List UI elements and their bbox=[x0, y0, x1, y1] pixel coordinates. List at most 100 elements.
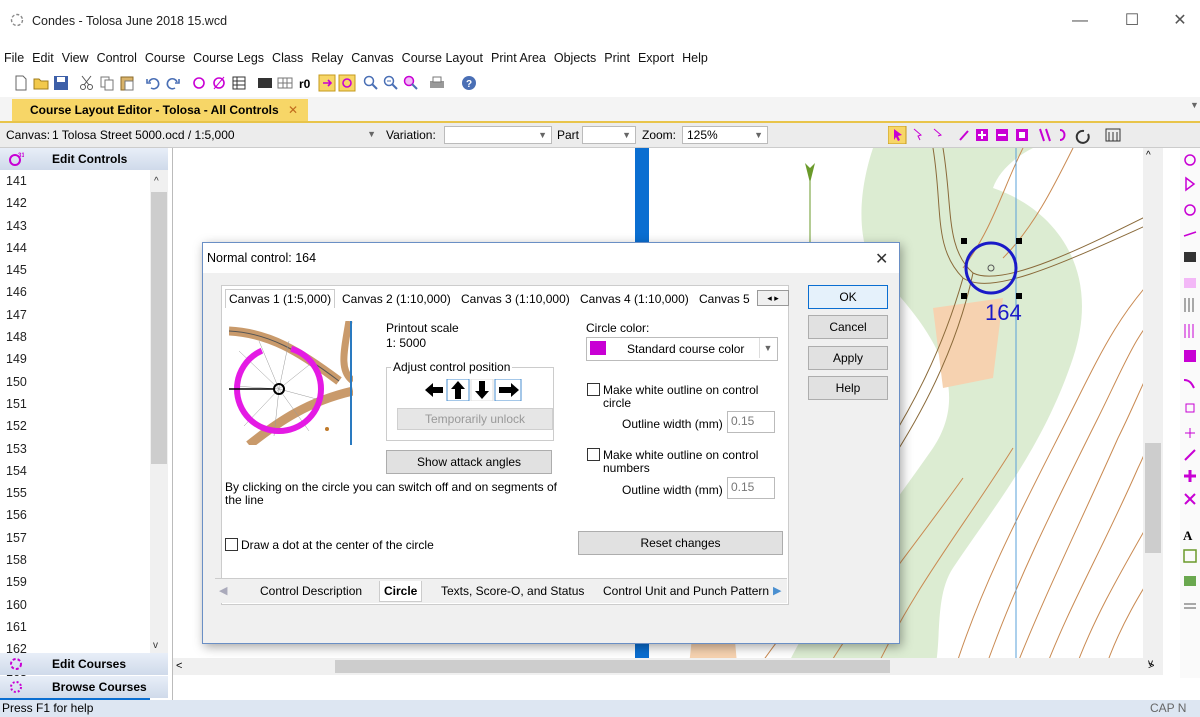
maximize-button[interactable]: ☐ bbox=[1117, 10, 1147, 32]
temporarily-unlock-button[interactable]: Temporarily unlock bbox=[397, 408, 553, 430]
object-tools-strip[interactable]: A bbox=[1180, 148, 1200, 628]
help-icon[interactable]: ? bbox=[460, 74, 478, 92]
add-course-icon[interactable] bbox=[210, 74, 228, 92]
control-list-item[interactable]: 156 bbox=[0, 504, 150, 526]
tab-circle[interactable]: Circle bbox=[379, 581, 423, 602]
tab-canvas-5[interactable]: Canvas 5 bbox=[699, 292, 750, 306]
bottom-tab-scroll-left-icon[interactable]: ◀ bbox=[219, 584, 227, 597]
zoom-fit-icon[interactable] bbox=[402, 74, 420, 92]
scroll-thumb[interactable] bbox=[151, 192, 167, 464]
add-control-icon[interactable] bbox=[190, 74, 208, 92]
menu-export[interactable]: Export bbox=[634, 48, 678, 68]
doc-tab-close-icon[interactable]: ✕ bbox=[288, 103, 298, 117]
control-list-item[interactable]: 154 bbox=[0, 460, 150, 482]
outline-width-numbers-input[interactable]: 0.15 bbox=[727, 477, 775, 499]
menu-print-area[interactable]: Print Area bbox=[487, 48, 550, 68]
menu-file[interactable]: File bbox=[0, 48, 28, 68]
control-list-item[interactable]: 161 bbox=[0, 616, 150, 638]
tab-canvas-2[interactable]: Canvas 2 (1:10,000) bbox=[342, 292, 451, 306]
part-select[interactable]: ▼ bbox=[582, 126, 636, 144]
menu-canvas[interactable]: Canvas bbox=[347, 48, 397, 68]
description-sheet-icon[interactable] bbox=[230, 74, 248, 92]
control-list-item[interactable]: 160 bbox=[0, 594, 150, 616]
tab-overflow-icon[interactable]: ▼ bbox=[1190, 100, 1199, 110]
control-list-scrollbar[interactable]: ^ v bbox=[150, 170, 168, 657]
tab-scroll-arrows-icon[interactable]: ◂ ▸ bbox=[757, 290, 789, 306]
grid-dark-icon[interactable] bbox=[256, 74, 274, 92]
circle-color-select[interactable]: Standard course color ▼ bbox=[586, 337, 778, 361]
zoom-select[interactable]: 125% ▼ bbox=[682, 126, 768, 144]
control-list-item[interactable]: 145 bbox=[0, 259, 150, 281]
course-layout-editor-tab[interactable]: Course Layout Editor - Tolosa - All Cont… bbox=[12, 99, 309, 121]
tab-texts-score-status[interactable]: Texts, Score-O, and Status bbox=[441, 584, 584, 598]
control-list-item[interactable]: 159 bbox=[0, 571, 150, 593]
menu-course-legs[interactable]: Course Legs bbox=[189, 48, 268, 68]
white-outline-circle-checkbox[interactable] bbox=[587, 383, 600, 396]
circle-color-dropdown-icon[interactable]: ▼ bbox=[759, 338, 776, 358]
scroll-down-icon[interactable]: v bbox=[153, 640, 158, 651]
editor-tool-strip[interactable] bbox=[888, 126, 1198, 144]
control-list-item[interactable]: 150 bbox=[0, 371, 150, 393]
save-icon[interactable] bbox=[52, 74, 70, 92]
tab-control-description[interactable]: Control Description bbox=[260, 584, 362, 598]
outline-width-circle-input[interactable]: 0.15 bbox=[727, 411, 775, 433]
edit-courses-header[interactable]: Edit Courses bbox=[0, 653, 168, 675]
map-scroll-right-icon[interactable]: > bbox=[1148, 660, 1154, 672]
tab-canvas-4[interactable]: Canvas 4 (1:10,000) bbox=[580, 292, 689, 306]
control-list-item[interactable]: 146 bbox=[0, 281, 150, 303]
reset-changes-button[interactable]: Reset changes bbox=[578, 531, 783, 555]
menu-objects[interactable]: Objects bbox=[550, 48, 600, 68]
right-toolbox[interactable]: A bbox=[1180, 148, 1200, 678]
apply-button[interactable]: Apply bbox=[808, 346, 888, 370]
canvas-value[interactable]: 1 Tolosa Street 5000.ocd / 1:5,000 bbox=[52, 128, 235, 142]
menu-relay[interactable]: Relay bbox=[307, 48, 347, 68]
redo-icon[interactable] bbox=[164, 74, 182, 92]
browse-courses-header[interactable]: Browse Courses bbox=[0, 676, 168, 698]
white-outline-numbers-checkbox[interactable] bbox=[587, 448, 600, 461]
control-list-item[interactable]: 157 bbox=[0, 527, 150, 549]
open-folder-icon[interactable] bbox=[32, 74, 50, 92]
new-file-icon[interactable] bbox=[12, 74, 30, 92]
print-icon[interactable] bbox=[428, 74, 446, 92]
map-scroll-left-icon[interactable]: < bbox=[176, 660, 182, 672]
control-list-item[interactable]: 141 bbox=[0, 170, 150, 192]
insert-control-icon[interactable] bbox=[318, 74, 336, 92]
dialog-close-icon[interactable]: ✕ bbox=[875, 249, 888, 269]
bottom-tab-scroll-right-icon[interactable]: ▶ bbox=[773, 584, 781, 597]
cut-icon[interactable] bbox=[78, 74, 96, 92]
close-window-button[interactable]: ✕ bbox=[1165, 10, 1195, 32]
control-list-item[interactable]: 149 bbox=[0, 348, 150, 370]
control-list-item[interactable]: 148 bbox=[0, 326, 150, 348]
draw-dot-checkbox[interactable] bbox=[225, 538, 238, 551]
tab-canvas-1[interactable]: Canvas 1 (1:5,000) bbox=[225, 289, 336, 308]
control-list-item[interactable]: 147 bbox=[0, 304, 150, 326]
control-list-item[interactable]: 144 bbox=[0, 237, 150, 259]
scroll-up-icon[interactable]: ^ bbox=[154, 176, 159, 187]
arrow-buttons[interactable] bbox=[423, 379, 523, 401]
control-list-item[interactable]: 158 bbox=[0, 549, 150, 571]
zero-leg-icon[interactable]: r0 bbox=[298, 74, 316, 92]
menu-view[interactable]: View bbox=[58, 48, 93, 68]
control-list-item[interactable]: 155 bbox=[0, 482, 150, 504]
menu-course-layout[interactable]: Course Layout bbox=[398, 48, 487, 68]
copy-icon[interactable] bbox=[98, 74, 116, 92]
control-list-item[interactable]: 143 bbox=[0, 215, 150, 237]
zoom-out-icon[interactable] bbox=[382, 74, 400, 92]
cancel-button[interactable]: Cancel bbox=[808, 315, 888, 339]
tab-canvas-3[interactable]: Canvas 3 (1:10,000) bbox=[461, 292, 570, 306]
map-scroll-up-icon[interactable]: ^ bbox=[1146, 150, 1151, 161]
grid-light-icon[interactable] bbox=[276, 74, 294, 92]
circle-preview[interactable] bbox=[229, 321, 353, 445]
menu-control[interactable]: Control bbox=[93, 48, 141, 68]
help-button[interactable]: Help bbox=[808, 376, 888, 400]
menu-class[interactable]: Class bbox=[268, 48, 307, 68]
menu-print[interactable]: Print bbox=[600, 48, 634, 68]
control-list-item[interactable]: 151 bbox=[0, 393, 150, 415]
control-list-item[interactable]: 153 bbox=[0, 438, 150, 460]
variation-select[interactable]: ▼ bbox=[444, 126, 552, 144]
edit-controls-header[interactable]: 31 Edit Controls bbox=[0, 148, 168, 170]
control-list-item[interactable]: 152 bbox=[0, 415, 150, 437]
menu-course[interactable]: Course bbox=[141, 48, 189, 68]
control-list-item[interactable]: 142 bbox=[0, 192, 150, 214]
zoom-in-icon[interactable] bbox=[362, 74, 380, 92]
